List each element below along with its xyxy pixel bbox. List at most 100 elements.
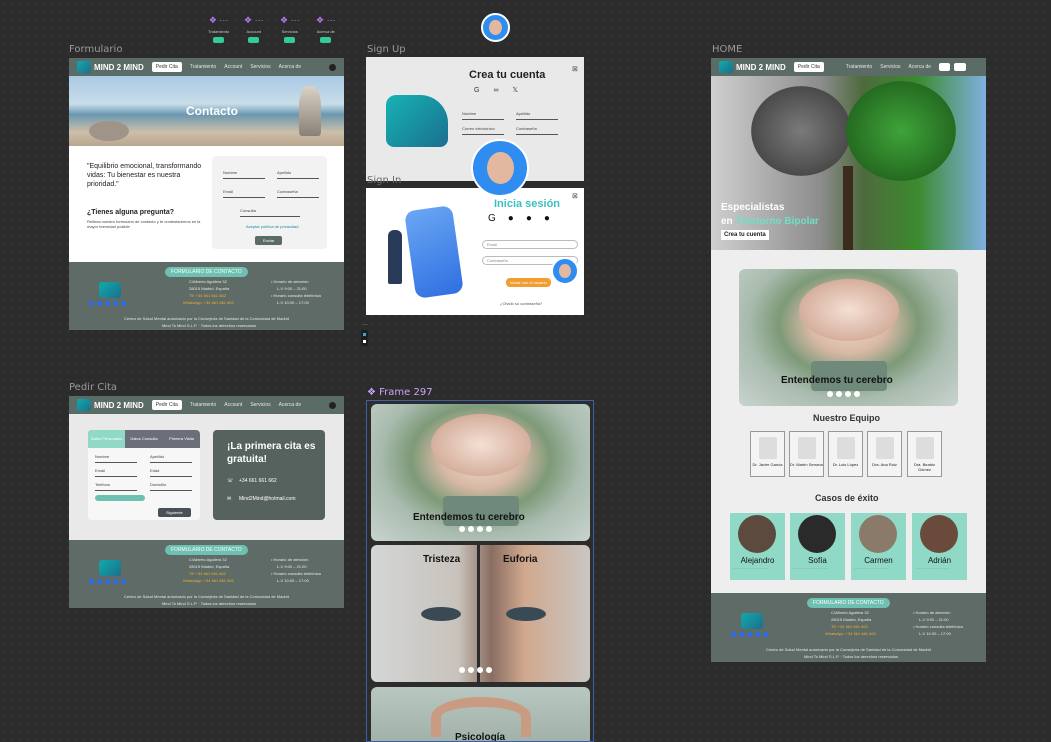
pedir-cita-button[interactable]: Pedir Cita	[151, 400, 182, 410]
nav-link-servicios[interactable]: Servicios	[250, 64, 270, 70]
component-acerca[interactable]: ❖ ··· Acerca de	[316, 15, 336, 43]
pedir-cita-button[interactable]: Pedir Cita	[151, 62, 182, 72]
user-icon[interactable]	[329, 401, 336, 409]
social-login-icons[interactable]: G∞𝕏	[474, 86, 532, 94]
register-button[interactable]	[939, 63, 951, 71]
team-card[interactable]: Dr. Javier García	[750, 431, 785, 477]
close-icon[interactable]: ⊠	[572, 192, 578, 200]
component-account[interactable]: ❖ ··· Account	[244, 15, 264, 43]
frame-label-formulario[interactable]: Formulario	[69, 44, 122, 55]
frame-signin[interactable]: Inicia sesión ⊠ G●●● Email Contraseña In…	[366, 188, 584, 315]
footer-tel[interactable]: Tlf: +34 661 661 662	[831, 623, 868, 630]
nav-link-servicios[interactable]: Servicios	[250, 402, 270, 408]
footer-whatsapp[interactable]: WhatsApp: +34 661 661 662	[825, 630, 876, 637]
frame-pedir-cita[interactable]: MIND 2 MIND Pedir Cita Tratamiento Accou…	[69, 396, 344, 608]
frame-formulario[interactable]: MIND 2 MIND Pedir Cita Tratamiento Accou…	[69, 58, 344, 330]
signup-apellido-field[interactable]: Apellido	[516, 111, 558, 120]
case-card[interactable]: Sofía ··········· ··········· ···········	[790, 513, 845, 580]
component-servicios[interactable]: ❖ ··· Servicios	[280, 15, 300, 43]
nav-link-acerca[interactable]: Acerca de	[909, 64, 932, 70]
footer-tel[interactable]: Tlf: +34 661 661 662	[189, 292, 226, 299]
brand-logo[interactable]: MIND 2 MIND	[719, 61, 786, 73]
nombre-field[interactable]: Nombre	[223, 170, 265, 179]
frame-home[interactable]: MIND 2 MIND Pedir Cita Tratamiento Servi…	[711, 58, 986, 662]
next-button[interactable]: Siguiente	[158, 508, 191, 517]
color-swatch-panel[interactable]	[361, 330, 368, 346]
case-card[interactable]: Alejandro ··········· ··········· ·······…	[730, 513, 785, 580]
nav-link-tratamiento[interactable]: Tratamiento	[846, 64, 873, 70]
frame-297[interactable]: Entendemos tu cerebro Tristeza Euforia P…	[366, 400, 594, 742]
pedir-edad-field[interactable]: Edad	[150, 468, 192, 477]
frame-label-signin[interactable]: Sign In	[367, 175, 401, 186]
nav-link-tratamiento[interactable]: Tratamiento	[190, 402, 217, 408]
collaborator-avatar-small[interactable]	[551, 257, 579, 285]
signup-nombre-field[interactable]: Nombre	[462, 111, 504, 120]
carousel-dots[interactable]	[827, 391, 860, 397]
login-button[interactable]	[954, 63, 966, 71]
signup-email-field[interactable]: Correo electrónico	[462, 126, 504, 135]
user-icon[interactable]	[329, 63, 336, 71]
apellido-field[interactable]: Apellido	[277, 170, 319, 179]
promo-phone[interactable]: +34 661 661 662	[239, 478, 277, 484]
dropdown-select[interactable]	[95, 495, 145, 501]
frame-label-home[interactable]: HOME	[712, 44, 742, 55]
signin-social-icons[interactable]: G●●●	[488, 213, 562, 224]
case-card[interactable]: Carmen ··········· ··········· ··········…	[851, 513, 906, 580]
home-slide-brain[interactable]: Entendemos tu cerebro	[739, 269, 958, 406]
pedir-email-field[interactable]: Email	[95, 468, 137, 477]
component-tratamiento[interactable]: ❖ ··· Tratamiento	[208, 15, 229, 43]
password-field[interactable]: Contraseña	[277, 189, 319, 198]
frame-label-pedir[interactable]: Pedir Cita	[69, 382, 117, 393]
close-icon[interactable]: ⊠	[572, 65, 578, 73]
case-card[interactable]: Adrián ··········· ··········· ··········…	[912, 513, 967, 580]
nav-link-acerca[interactable]: Acerca de	[279, 402, 302, 408]
brand-logo[interactable]: MIND 2 MIND	[77, 399, 144, 411]
slide-psicologia-image[interactable]: Psicología	[371, 687, 590, 741]
footer-pill[interactable]: FORMULARIO DE CONTACTO	[165, 545, 248, 555]
send-button[interactable]: Enviar	[255, 236, 283, 245]
team-card[interactable]: Dr. Martín Serrano	[789, 431, 824, 477]
pedir-apellido-field[interactable]: Apellido	[150, 454, 192, 463]
pedir-domicilio-field[interactable]: Domicilio	[150, 482, 192, 491]
pedir-telefono-field[interactable]: Teléfono	[95, 482, 137, 491]
social-icons[interactable]	[89, 579, 126, 584]
social-icons[interactable]	[731, 632, 768, 637]
team-card[interactable]: Dra. Ana Ruiz	[867, 431, 902, 477]
nav-link-tratamiento[interactable]: Tratamiento	[190, 64, 217, 70]
nav-link-account[interactable]: Account	[224, 64, 242, 70]
carousel-dots[interactable]	[459, 667, 492, 673]
footer-whatsapp[interactable]: WhatsApp: +34 661 661 662	[183, 299, 234, 306]
pedir-nombre-field[interactable]: Nombre	[95, 454, 137, 463]
slide-bipolar-image[interactable]: Tristeza Euforia	[371, 545, 590, 682]
footer-whatsapp[interactable]: WhatsApp: +34 661 661 662	[183, 577, 234, 584]
signup-password-field[interactable]: Contraseña	[516, 126, 558, 135]
collaborator-cursor-avatar[interactable]	[471, 139, 529, 197]
privacy-checkbox[interactable]: Aceptar política de privacidad	[246, 224, 298, 229]
email-field[interactable]: Email	[223, 189, 265, 198]
footer-pill[interactable]: FORMULARIO DE CONTACTO	[807, 598, 890, 608]
consulta-field[interactable]: Consulta	[240, 208, 300, 217]
footer-tel[interactable]: Tlf: +34 661 661 662	[189, 570, 226, 577]
nav-link-acerca[interactable]: Acerca de	[279, 64, 302, 70]
signin-email-input[interactable]: Email	[482, 240, 578, 249]
carousel-dots[interactable]	[459, 526, 492, 532]
team-card[interactable]: Dr. Luis López	[828, 431, 863, 477]
create-account-button[interactable]: Crea tu cuenta	[721, 230, 769, 240]
more-icon[interactable]: ···	[362, 322, 368, 328]
tab-consulta[interactable]: Datos Consulta	[125, 430, 163, 448]
frame-label-frame297[interactable]: ❖ Frame 297	[367, 387, 433, 398]
tab-personal[interactable]: Datos Personales	[88, 430, 125, 448]
signin-submit-button[interactable]: Iniciar con el usuario	[506, 278, 551, 287]
nav-link-servicios[interactable]: Servicios	[880, 64, 900, 70]
collaborator-avatar[interactable]	[481, 13, 510, 42]
nav-link-account[interactable]: Account	[224, 402, 242, 408]
slide-brain-image[interactable]: Entendemos tu cerebro	[371, 404, 590, 541]
promo-email[interactable]: Mind2Mind@hotmail.com	[239, 496, 295, 502]
social-icons[interactable]	[89, 301, 126, 306]
team-card[interactable]: Dra. Beatriz Gómez	[907, 431, 942, 477]
pedir-cita-button[interactable]: Pedir Cita	[793, 62, 824, 72]
brand-logo[interactable]: MIND 2 MIND	[77, 61, 144, 73]
footer-pill[interactable]: FORMULARIO DE CONTACTO	[165, 267, 248, 277]
tab-primera-visita[interactable]: Primera Visita	[163, 430, 200, 448]
forgot-password-link[interactable]: ¿Olvidó su contraseña?	[500, 301, 542, 306]
